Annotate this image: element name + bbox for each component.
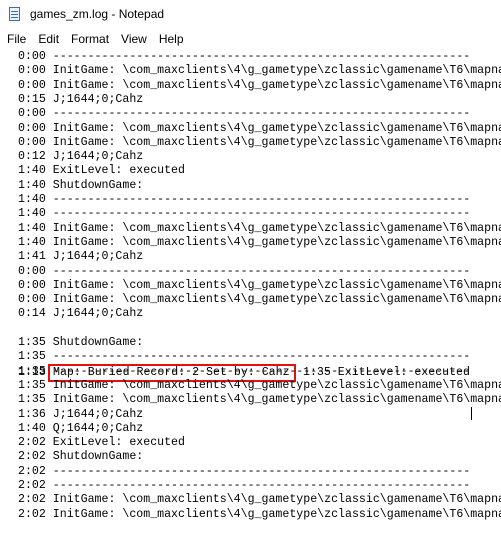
log-line: 2:02 ExitLevel: executed bbox=[18, 436, 185, 449]
log-line: 0:12 J;1644;0;Cahz bbox=[18, 150, 144, 163]
menu-edit[interactable]: Edit bbox=[32, 30, 65, 48]
log-line: 1:35 ShutdownGame: bbox=[18, 336, 144, 349]
log-line: 1:40 ExitLevel: executed bbox=[18, 164, 185, 177]
log-line: 0:00 InitGame: \com_maxclients\4\g_gamet… bbox=[18, 136, 501, 149]
log-line: 1:40 -----------------------------------… bbox=[18, 207, 471, 220]
text-caret bbox=[471, 407, 472, 420]
log-line: 0:14 J;1644;0;Cahz bbox=[18, 307, 144, 320]
menu-format[interactable]: Format bbox=[65, 30, 115, 48]
log-line: 0:00 -----------------------------------… bbox=[18, 107, 471, 120]
notepad-icon bbox=[8, 6, 22, 22]
log-line: 1:36 J;1644;0;Cahz bbox=[18, 408, 144, 421]
log-line: 0:00 InitGame: \com_maxclients\4\g_gamet… bbox=[18, 293, 501, 306]
menu-help[interactable]: Help bbox=[153, 30, 190, 48]
log-line: 1:40 -----------------------------------… bbox=[18, 193, 471, 206]
log-line: 1:35 InitGame: \com_maxclients\4\g_gamet… bbox=[18, 393, 501, 406]
log-line: 2:02 ShutdownGame: bbox=[18, 450, 144, 463]
menu-bar: File Edit Format View Help bbox=[0, 28, 501, 50]
log-line: 1:41 J;1644;0;Cahz bbox=[18, 250, 144, 263]
title-bar: games_zm.log - Notepad bbox=[0, 0, 501, 28]
log-line: 0:00 InitGame: \com_maxclients\4\g_gamet… bbox=[18, 122, 501, 135]
log-line: 1:35 -----------------------------------… bbox=[18, 350, 471, 363]
menu-view[interactable]: View bbox=[115, 30, 153, 48]
log-line: 2:02 InitGame: \com_maxclients\4\g_gamet… bbox=[18, 508, 501, 521]
log-line: 1:40 Q;1644;0;Cahz bbox=[18, 422, 144, 435]
log-line: 0:15 J;1644;0;Cahz bbox=[18, 93, 144, 106]
log-line: 0:00 -----------------------------------… bbox=[18, 50, 471, 63]
log-line: 0:00 InitGame: \com_maxclients\4\g_gamet… bbox=[18, 79, 501, 92]
log-line: 2:02 -----------------------------------… bbox=[18, 479, 471, 492]
text-editor[interactable]: 1:13 Map: Buried Record: 2 Set by: Cahz … bbox=[0, 50, 501, 533]
log-line: 0:00 -----------------------------------… bbox=[18, 265, 471, 278]
log-line: 1:40 ShutdownGame: bbox=[18, 179, 144, 192]
window-title: games_zm.log - Notepad bbox=[30, 7, 165, 21]
log-line: 2:02 InitGame: \com_maxclients\4\g_gamet… bbox=[18, 493, 501, 506]
log-line: 0:00 InitGame: \com_maxclients\4\g_gamet… bbox=[18, 64, 501, 77]
log-line: 2:02 -----------------------------------… bbox=[18, 465, 471, 478]
log-line: 1:40 InitGame: \com_maxclients\4\g_gamet… bbox=[18, 222, 501, 235]
log-line: 1:35 -----------------------------------… bbox=[18, 365, 471, 378]
log-line: 1:35 InitGame: \com_maxclients\4\g_gamet… bbox=[18, 379, 501, 392]
log-line: 1:40 InitGame: \com_maxclients\4\g_gamet… bbox=[18, 236, 501, 249]
menu-file[interactable]: File bbox=[1, 30, 32, 48]
log-line: 0:00 InitGame: \com_maxclients\4\g_gamet… bbox=[18, 279, 501, 292]
